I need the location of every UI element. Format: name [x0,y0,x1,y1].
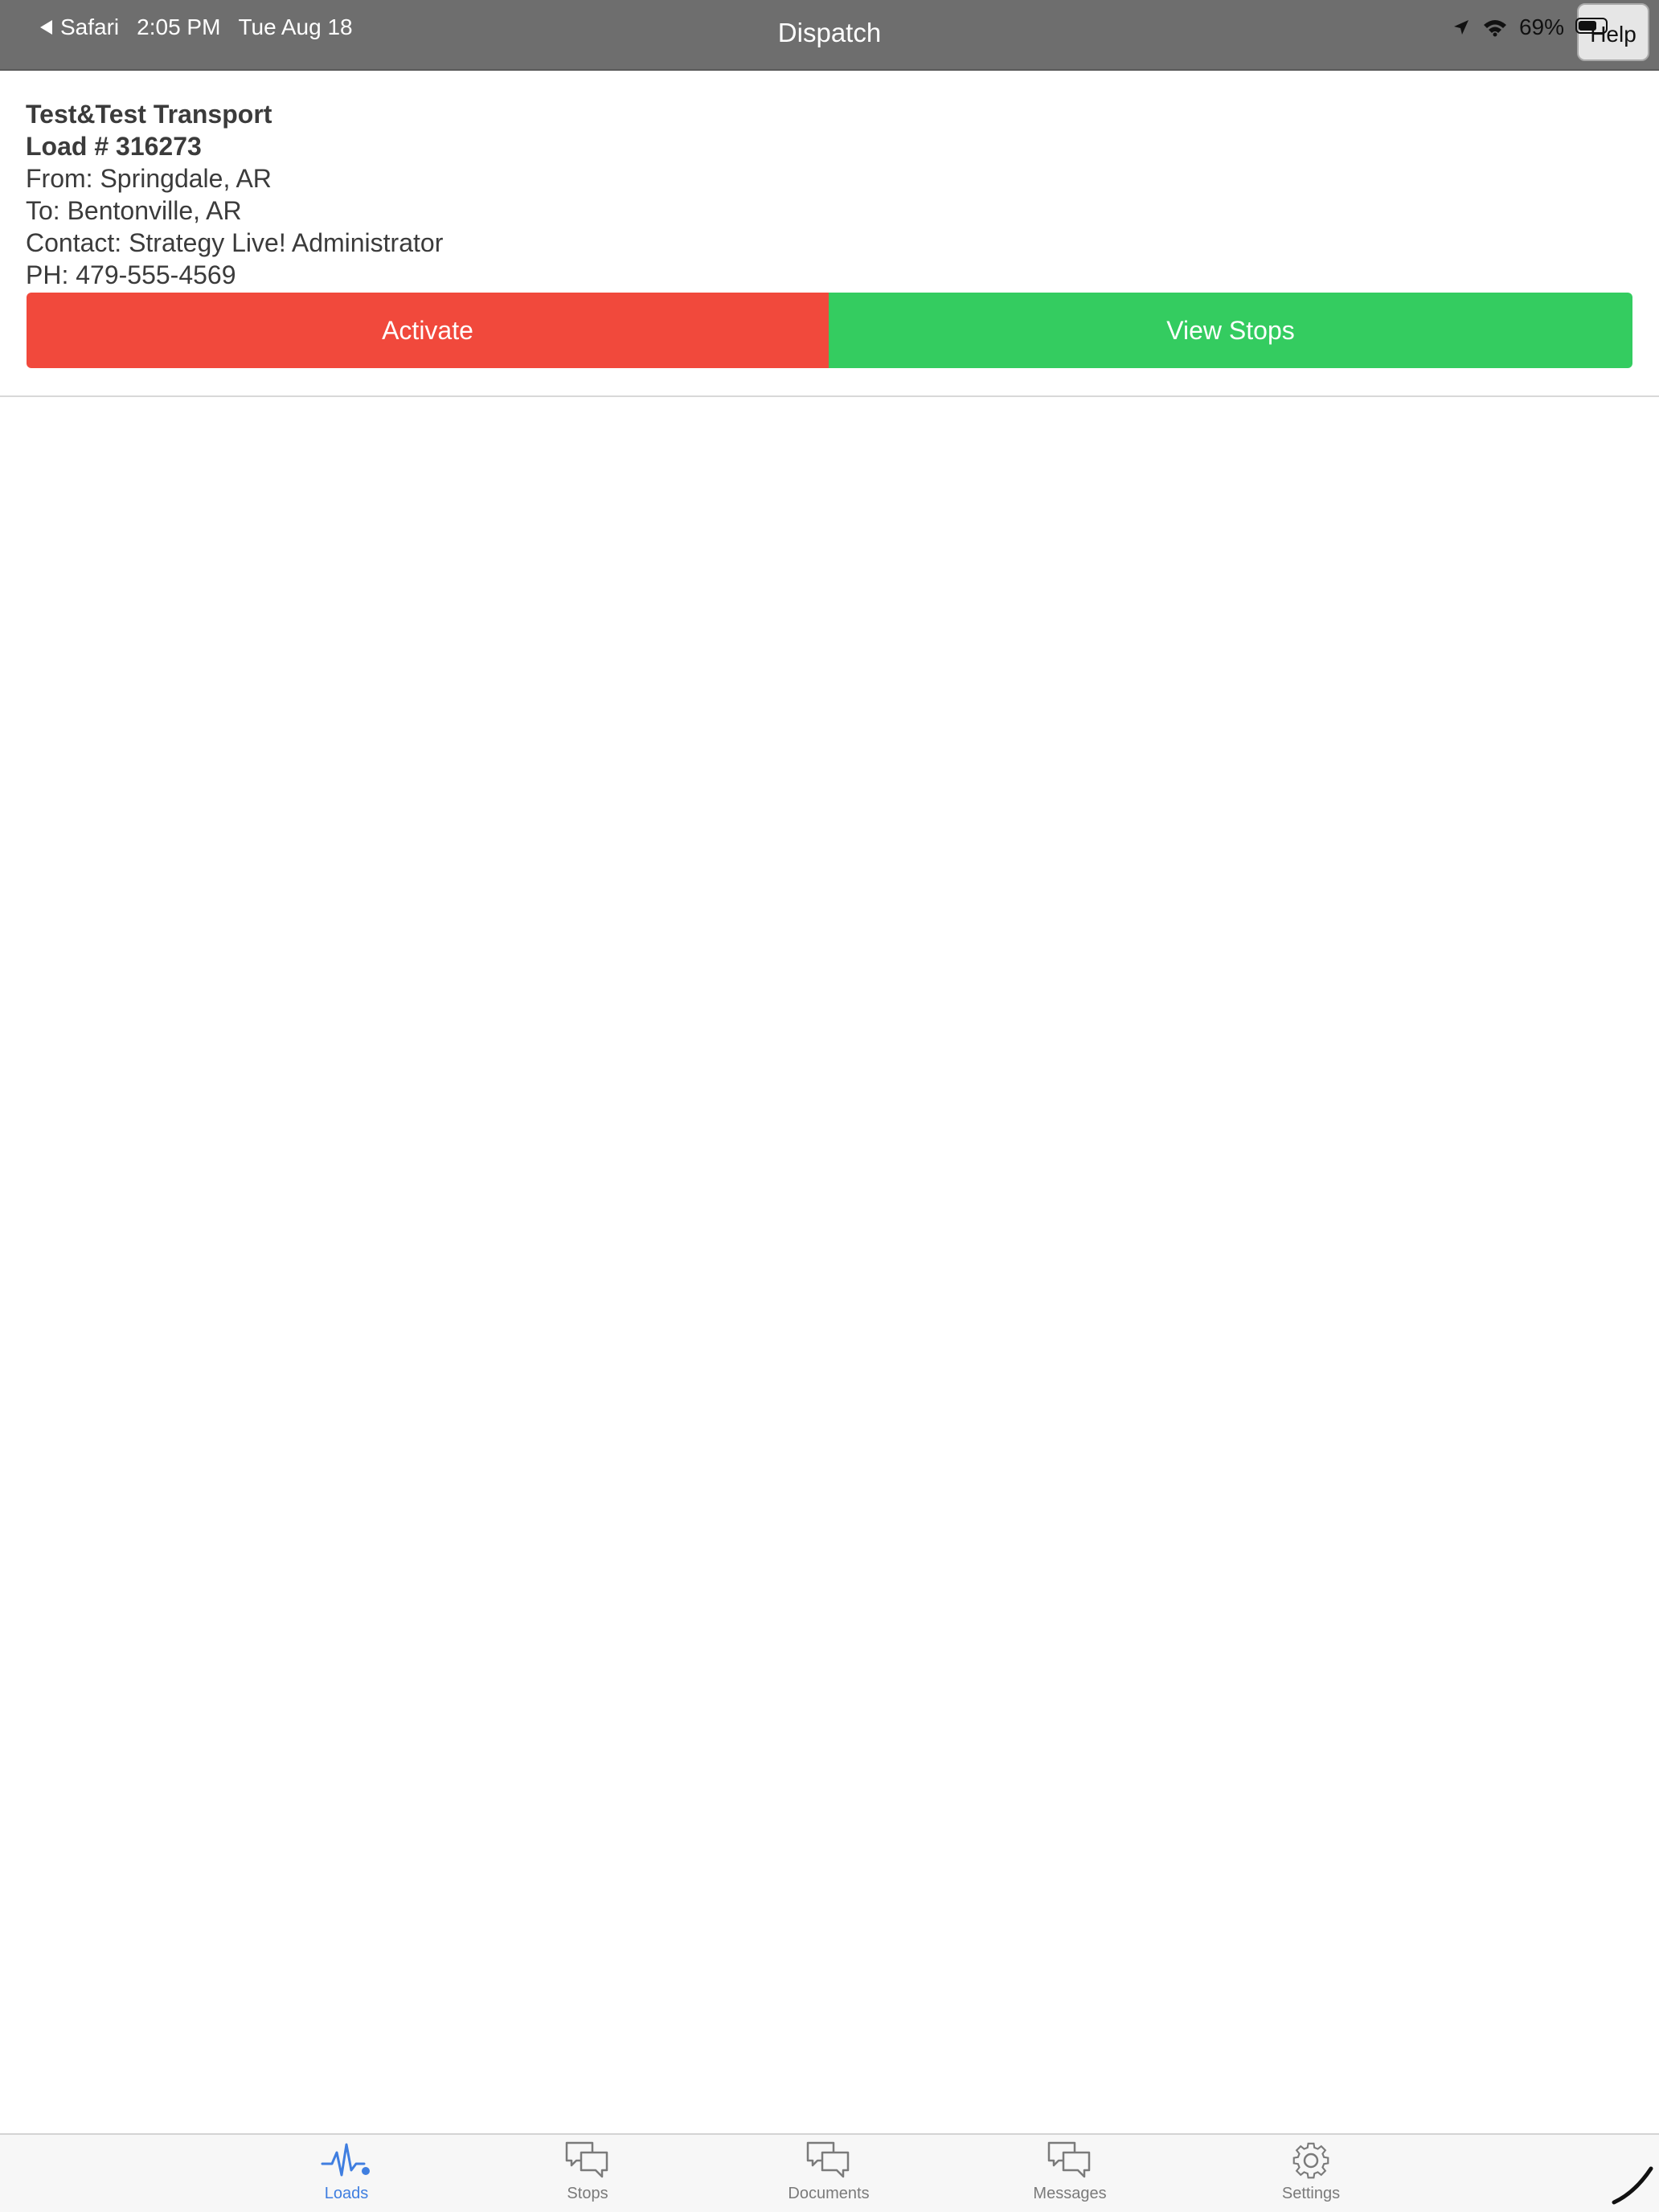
chat-bubbles-icon [523,2140,652,2181]
tab-loads[interactable]: Loads [282,2140,411,2212]
tab-settings-label: Settings [1281,2185,1341,2202]
chat-bubbles-icon [1006,2140,1134,2181]
load-number: Load # 316273 [26,132,202,161]
activate-button[interactable]: Activate [27,293,829,368]
contact: Contact: Strategy Live! Administrator [26,228,444,257]
load-card[interactable]: Test&Test Transport Load # 316273 From: … [26,98,1633,291]
battery-percent: 69% [1518,14,1564,39]
tab-bar: Loads Stops Documents Messages Settings [0,2133,1659,2212]
origin: From: Springdale, AR [26,164,272,193]
tab-loads-label: Loads [324,2185,369,2202]
page-title: Dispatch [777,18,882,47]
tab-messages-label: Messages [1033,2185,1107,2202]
phone: PH: 479-555-4569 [26,260,236,289]
view-stops-button[interactable]: View Stops [829,293,1632,368]
location-arrow-icon [1452,18,1471,37]
load-actions: Activate View Stops [27,293,1632,368]
destination: To: Bentonville, AR [26,196,242,225]
gear-icon [1247,2140,1375,2181]
top-bar: Safari 2:05 PM Tue Aug 18 Dispatch 69% H… [0,0,1659,71]
status-bar-right: 69% [1452,11,1564,43]
wifi-icon [1482,18,1508,37]
company-name: Test&Test Transport [26,100,272,129]
chat-bubbles-icon [764,2140,893,2181]
tab-messages[interactable]: Messages [1006,2140,1134,2212]
tab-stops-label: Stops [567,2185,608,2202]
tab-documents-label: Documents [788,2185,870,2202]
tab-documents[interactable]: Documents [764,2140,893,2212]
tab-stops[interactable]: Stops [523,2140,652,2212]
battery-icon [1575,18,1608,34]
pencil-stroke-icon [1611,2162,1654,2210]
list-divider [0,395,1659,397]
dispatch-screen: Safari 2:05 PM Tue Aug 18 Dispatch 69% H… [0,0,1659,2212]
pulse-icon [282,2140,411,2181]
tab-settings[interactable]: Settings [1247,2140,1375,2212]
